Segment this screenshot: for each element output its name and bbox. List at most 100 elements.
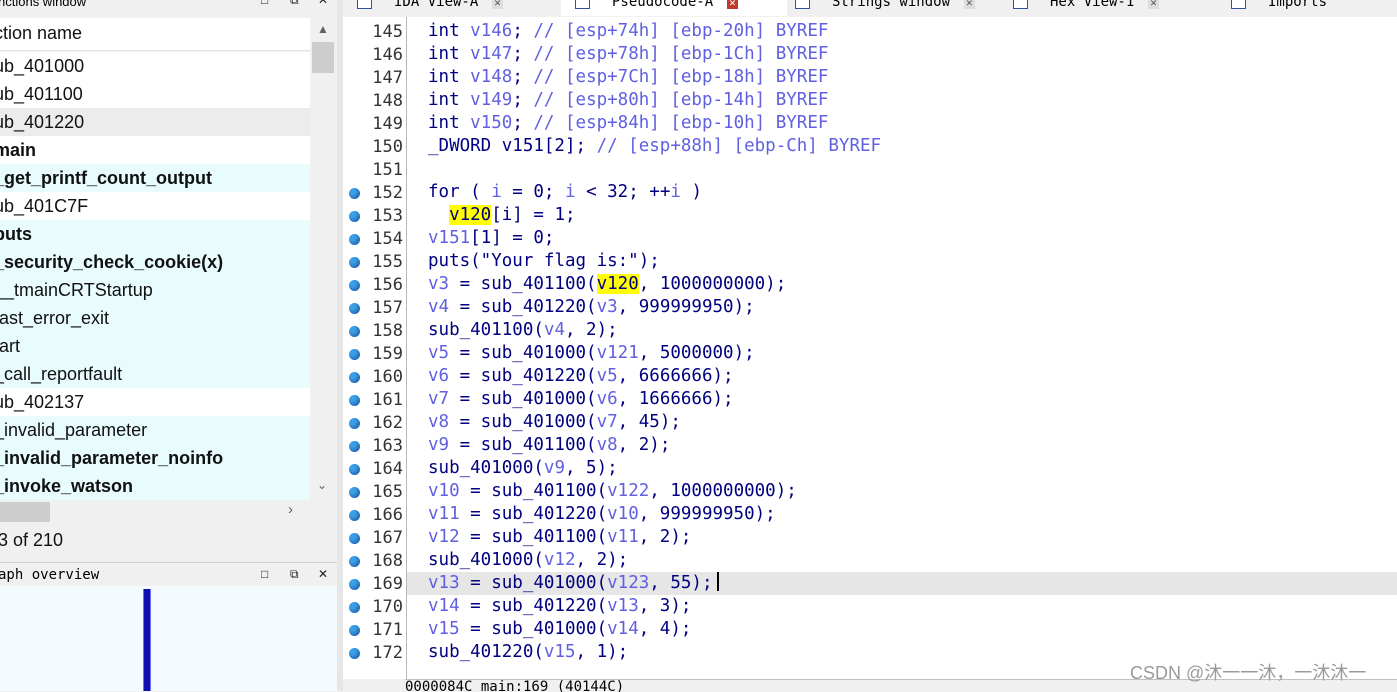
tab-hex-view-1[interactable]: Hex View-1 ✕	[999, 0, 1223, 16]
breakpoint-marker-icon[interactable]	[349, 280, 360, 291]
function-list-item[interactable]: puts	[0, 220, 310, 248]
scroll-right-icon[interactable]: ›	[288, 501, 293, 518]
tab-ida-view-a[interactable]: IDA View-A ✕	[343, 0, 567, 16]
code-line[interactable]: int v150; // [esp+84h] [ebp-10h] BYREF	[407, 112, 1397, 135]
code-line[interactable]: int v147; // [esp+78h] [ebp-1Ch] BYREF	[407, 43, 1397, 66]
function-list-item[interactable]: fast_error_exit	[0, 304, 310, 332]
breakpoint-marker-icon[interactable]	[349, 464, 360, 475]
code-line[interactable]: int v148; // [esp+7Ch] [ebp-18h] BYREF	[407, 66, 1397, 89]
breakpoint-marker-icon[interactable]	[349, 349, 360, 360]
function-list-item[interactable]: ub_401100	[0, 80, 310, 108]
breakpoint-marker-icon[interactable]	[349, 556, 360, 567]
line-number: 159	[372, 344, 403, 364]
restore-icon[interactable]: □	[261, 567, 268, 581]
scrollbar-thumb[interactable]	[312, 42, 334, 73]
breakpoint-marker-icon[interactable]	[349, 533, 360, 544]
gutter-line: 162	[343, 411, 406, 434]
code-line[interactable]: _DWORD v151[2]; // [esp+88h] [ebp-Ch] BY…	[407, 135, 1397, 158]
code-line[interactable]: v151[1] = 0;	[407, 227, 1397, 250]
tab-strings-window[interactable]: Strings window ✕	[781, 0, 1005, 16]
tab-pseudocode-a[interactable]: Pseudocode-A ✕	[561, 0, 787, 16]
pseudocode-view[interactable]: 145 146 147 148 149 150 151 152 153 154 155 156 157 1…	[343, 17, 1397, 679]
code-line[interactable]: v12 = sub_401100(v11, 2);	[407, 526, 1397, 549]
tab-close-icon[interactable]: ✕	[964, 0, 975, 9]
tab-imports[interactable]: Imports	[1217, 0, 1397, 16]
breakpoint-marker-icon[interactable]	[349, 211, 360, 222]
function-list-item[interactable]: _get_printf_count_output	[0, 164, 310, 192]
code-line[interactable]: v8 = sub_401000(v7, 45);	[407, 411, 1397, 434]
scroll-up-icon[interactable]: ▲	[317, 22, 329, 36]
function-list-item[interactable]: __tmainCRTStartup	[0, 276, 310, 304]
code-line[interactable]: v3 = sub_401100(v120, 1000000000);	[407, 273, 1397, 296]
tab-close-icon[interactable]: ✕	[727, 0, 738, 9]
function-list-item[interactable]: _security_check_cookie(x)	[0, 248, 310, 276]
function-list-item[interactable]: main	[0, 136, 310, 164]
function-list-item[interactable]: tart	[0, 332, 310, 360]
code-line[interactable]: sub_401000(v9, 5);	[407, 457, 1397, 480]
function-list-item[interactable]: _invalid_parameter	[0, 416, 310, 444]
functions-count-status: 3 of 210	[0, 530, 64, 550]
breakpoint-marker-icon[interactable]	[349, 188, 360, 199]
code-line[interactable]: v5 = sub_401000(v121, 5000000);	[407, 342, 1397, 365]
code-line[interactable]: int v149; // [esp+80h] [ebp-14h] BYREF	[407, 89, 1397, 112]
breakpoint-marker-icon[interactable]	[349, 441, 360, 452]
horizontal-scrollbar-thumb[interactable]	[0, 502, 50, 522]
breakpoint-marker-icon[interactable]	[349, 303, 360, 314]
code-text: v10 = sub_401100(v122, 1000000000);	[428, 481, 797, 501]
breakpoint-marker-icon[interactable]	[349, 395, 360, 406]
functions-horizontal-scrollbar[interactable]: ›	[0, 500, 310, 524]
code-line[interactable]: v7 = sub_401000(v6, 1666666);	[407, 388, 1397, 411]
code-text: v4 = sub_401220(v3, 999999950);	[428, 297, 755, 317]
breakpoint-marker-icon[interactable]	[349, 418, 360, 429]
function-list-item[interactable]: ub_401000	[0, 52, 310, 80]
breakpoint-marker-icon[interactable]	[349, 648, 360, 659]
code-line[interactable]: sub_401000(v12, 2);	[407, 549, 1397, 572]
code-line[interactable]: int v146; // [esp+74h] [ebp-20h] BYREF	[407, 20, 1397, 43]
breakpoint-marker-icon[interactable]	[349, 579, 360, 590]
code-line[interactable]: for ( i = 0; i < 32; ++i )	[407, 181, 1397, 204]
code-line[interactable]: v4 = sub_401220(v3, 999999950);	[407, 296, 1397, 319]
graph-overview-canvas[interactable]	[0, 586, 337, 691]
current-code-line[interactable]: v13 = sub_401000(v123, 55);	[407, 572, 1397, 595]
code-line[interactable]: v6 = sub_401220(v5, 6666666);	[407, 365, 1397, 388]
function-list-item[interactable]: _invoke_watson	[0, 472, 310, 500]
function-list-item[interactable]: _invalid_parameter_noinfo	[0, 444, 310, 472]
scroll-down-icon[interactable]: ⌄	[317, 478, 327, 492]
graph-overview-title: aph overview	[0, 567, 100, 583]
breakpoint-marker-icon[interactable]	[349, 625, 360, 636]
function-list-item[interactable]: ub_401C7F	[0, 192, 310, 220]
tab-close-icon[interactable]: ✕	[1148, 0, 1159, 9]
gutter-line: 169	[343, 572, 406, 595]
restore-icon[interactable]: □	[261, 0, 268, 7]
function-list-item[interactable]: ub_401220	[0, 108, 310, 136]
line-number: 148	[372, 91, 403, 111]
float-icon[interactable]: ⧉	[290, 0, 299, 8]
breakpoint-marker-icon[interactable]	[349, 372, 360, 383]
breakpoint-marker-icon[interactable]	[349, 487, 360, 498]
code-line[interactable]: v10 = sub_401100(v122, 1000000000);	[407, 480, 1397, 503]
code-line[interactable]	[407, 158, 1397, 181]
breakpoint-marker-icon[interactable]	[349, 234, 360, 245]
functions-list: ub_401000 ub_401100 ub_401220 main _get_prin…	[0, 52, 310, 500]
close-icon[interactable]: ✕	[318, 567, 328, 581]
breakpoint-marker-icon[interactable]	[349, 602, 360, 613]
code-line[interactable]: v9 = sub_401100(v8, 2);	[407, 434, 1397, 457]
tab-close-icon[interactable]: ✕	[492, 0, 503, 9]
breakpoint-marker-icon[interactable]	[349, 326, 360, 337]
code-line[interactable]: v120[i] = 1;	[407, 204, 1397, 227]
breakpoint-marker-icon[interactable]	[349, 257, 360, 268]
breakpoint-marker-icon[interactable]	[349, 510, 360, 521]
graph-overview-viewport[interactable]	[143, 589, 151, 691]
gutter-line: 170	[343, 595, 406, 618]
code-line[interactable]: puts("Your flag is:");	[407, 250, 1397, 273]
float-icon[interactable]: ⧉	[290, 567, 299, 582]
function-list-item[interactable]: _call_reportfault	[0, 360, 310, 388]
function-list-item[interactable]: ub_402137	[0, 388, 310, 416]
function-name-column-header[interactable]: ction name	[0, 18, 310, 51]
close-icon[interactable]: ✕	[318, 0, 328, 7]
code-line[interactable]: v11 = sub_401220(v10, 999999950);	[407, 503, 1397, 526]
functions-vertical-scrollbar[interactable]: ▲ ⌄	[310, 18, 337, 500]
code-line[interactable]: v14 = sub_401220(v13, 3);	[407, 595, 1397, 618]
code-line[interactable]: v15 = sub_401000(v14, 4);	[407, 618, 1397, 641]
code-line[interactable]: sub_401100(v4, 2);	[407, 319, 1397, 342]
